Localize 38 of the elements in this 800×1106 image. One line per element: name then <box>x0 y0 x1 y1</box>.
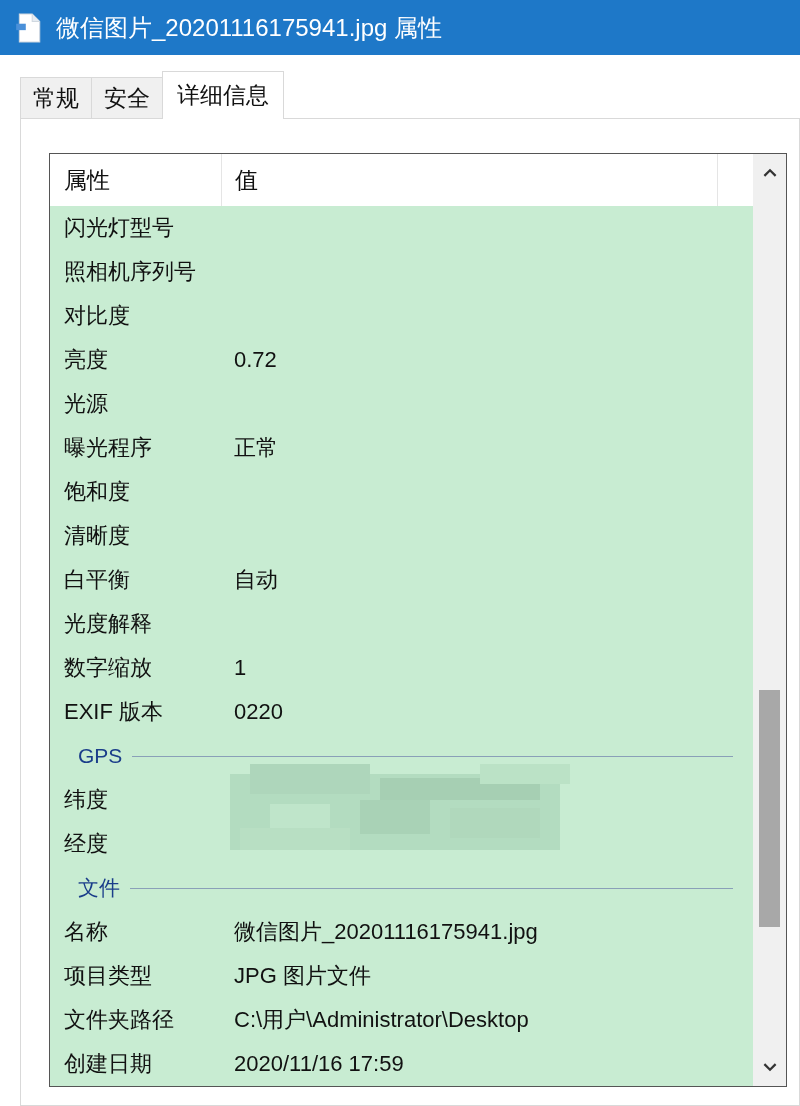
property-value: C:\用户\Administrator\Desktop <box>234 1006 529 1034</box>
property-name: 经度 <box>63 830 109 858</box>
property-value: 正常 <box>234 434 278 462</box>
property-name: 数字缩放 <box>63 654 153 682</box>
property-name: 饱和度 <box>63 478 131 506</box>
scroll-thumb[interactable] <box>759 690 780 927</box>
property-name: 闪光灯型号 <box>63 214 175 242</box>
property-name: 照相机序列号 <box>63 258 197 286</box>
property-name: 项目类型 <box>63 962 153 990</box>
property-value: 0220 <box>234 699 283 725</box>
group-heading: GPS <box>78 744 123 768</box>
tab[interactable]: 常规 <box>20 77 92 119</box>
property-value: 1 <box>234 655 247 681</box>
property-name: 文件夹路径 <box>63 1006 175 1034</box>
scroll-up-icon[interactable] <box>762 168 777 177</box>
property-name: 亮度 <box>63 346 109 374</box>
property-name: 创建日期 <box>63 1050 153 1078</box>
file-icon <box>16 12 42 43</box>
property-value: JPG 图片文件 <box>234 962 371 990</box>
group-heading: 文件 <box>78 875 120 901</box>
property-name: 曝光程序 <box>63 434 153 462</box>
window-title: 微信图片_20201116175941.jpg 属性 <box>56 12 442 43</box>
property-value: 微信图片_20201116175941.jpg <box>234 918 538 946</box>
property-value: 自动 <box>234 566 278 594</box>
scroll-down-icon[interactable] <box>762 1063 777 1072</box>
tab[interactable]: 详细信息 <box>162 71 284 119</box>
scrollbar[interactable] <box>753 154 786 1086</box>
property-value: 2020/11/16 17:59 <box>234 1051 404 1077</box>
property-name: 对比度 <box>63 302 131 330</box>
property-name: 纬度 <box>63 786 109 814</box>
property-value: 0.72 <box>234 347 277 373</box>
property-name: 清晰度 <box>63 522 131 550</box>
property-name: 白平衡 <box>63 566 131 594</box>
property-name: EXIF 版本 <box>63 698 164 726</box>
tab[interactable]: 安全 <box>91 77 163 119</box>
property-name: 名称 <box>63 918 109 946</box>
property-name: 光度解释 <box>63 610 153 638</box>
property-name: 光源 <box>63 390 109 418</box>
